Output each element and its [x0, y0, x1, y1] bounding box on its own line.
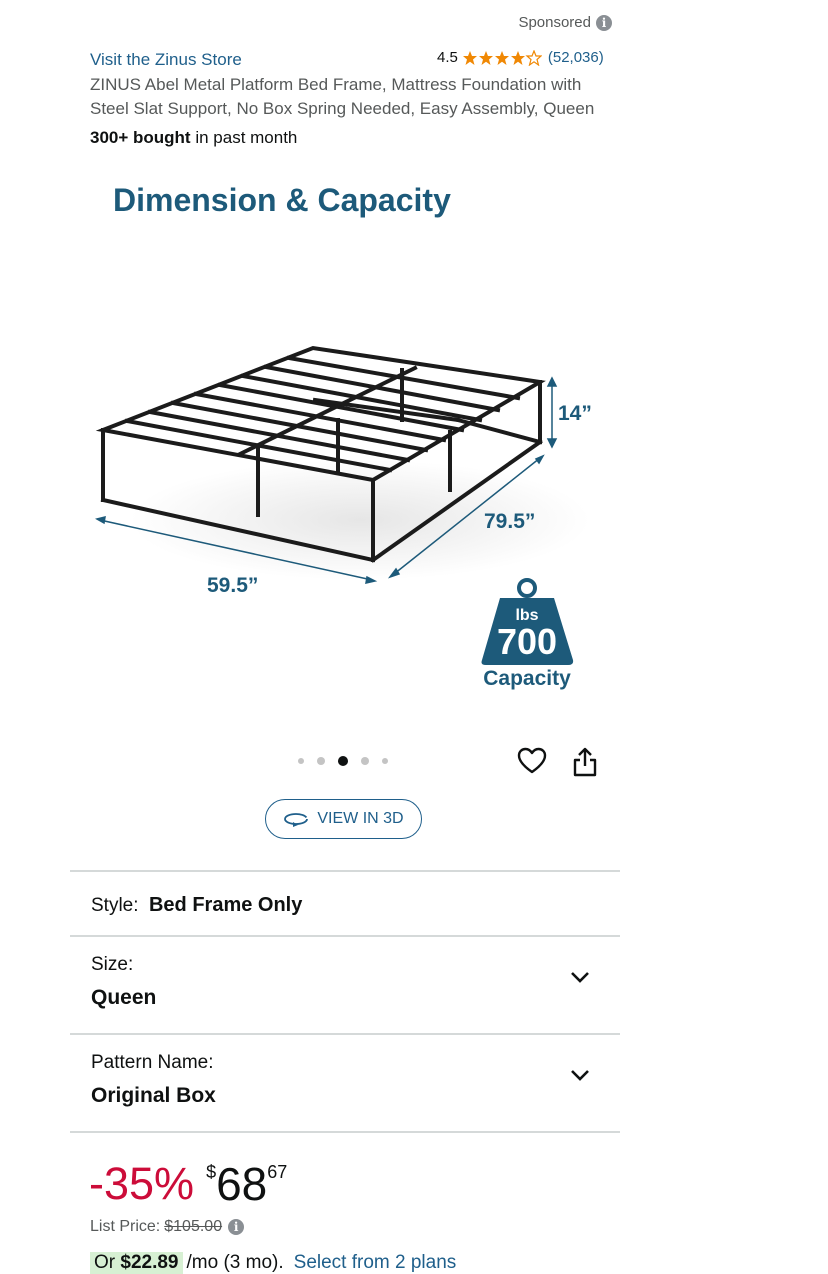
rating-count: (52,036) — [547, 49, 604, 66]
style-value: Bed Frame Only — [148, 894, 303, 916]
view-in-3d-button[interactable]: VIEW IN 3D — [265, 799, 422, 839]
carousel-dot[interactable] — [298, 758, 304, 764]
chevron-down-icon[interactable] — [566, 1064, 594, 1091]
sponsored-text: Sponsored — [518, 14, 591, 31]
product-title[interactable]: ZINUS Abel Metal Platform Bed Frame, Mat… — [90, 73, 620, 121]
bed-frame-illustration: 14” 79.5” 59.5” lbs 700 Capacity — [95, 345, 592, 690]
carousel-dots[interactable] — [298, 756, 388, 766]
rotate-3d-icon — [284, 813, 309, 827]
pattern-selector[interactable]: Pattern Name: Original Box — [91, 1052, 216, 1108]
size-value: Queen — [91, 986, 157, 1009]
price-fraction: 67 — [267, 1162, 288, 1182]
carousel-dot-active[interactable] — [338, 756, 348, 766]
view-in-3d-label: VIEW IN 3D — [317, 810, 404, 827]
store-link[interactable]: Visit the Zinus Store — [90, 50, 242, 70]
installment-pill: Or $22.89 — [90, 1252, 183, 1274]
carousel-dot[interactable] — [317, 757, 325, 765]
bought-count-rest: in past month — [190, 128, 298, 147]
style-label: Style: — [91, 895, 139, 916]
list-price-value: $105.00 — [164, 1218, 223, 1235]
divider — [70, 1131, 620, 1133]
product-image[interactable]: Dimension & Capacity 14” 79.5” 59.5” lbs… — [70, 160, 620, 730]
length-dimension-label: 79.5” — [484, 510, 535, 533]
weight-caption: Capacity — [483, 667, 571, 690]
info-icon[interactable]: i — [228, 1219, 245, 1235]
installment-plan: Or $22.89 /mo (3 mo). Select from 2 plan… — [90, 1252, 456, 1274]
divider — [70, 1033, 620, 1035]
rating[interactable]: 4.5 (52,036) — [437, 49, 604, 66]
price-whole: 68 — [216, 1158, 268, 1210]
carousel-dot[interactable] — [361, 757, 369, 765]
installment-amount: $22.89 — [120, 1252, 179, 1273]
divider — [70, 870, 620, 872]
height-dimension-label: 14” — [558, 402, 592, 425]
weight-value: 700 — [497, 621, 557, 662]
select-plans-link[interactable]: Select from 2 plans — [294, 1252, 457, 1274]
style-selector[interactable]: Style: Bed Frame Only — [91, 894, 302, 917]
share-icon[interactable] — [571, 746, 599, 783]
info-icon[interactable]: i — [596, 14, 612, 31]
size-selector[interactable]: Size: Queen — [91, 954, 156, 1010]
pattern-label: Pattern Name: — [91, 1052, 214, 1073]
wishlist-heart-icon[interactable] — [516, 745, 548, 782]
sponsored-label[interactable]: Sponsored i — [518, 14, 612, 31]
width-dimension-label: 59.5” — [207, 574, 258, 597]
installment-suffix: /mo (3 mo). — [186, 1252, 284, 1273]
list-price: List Price: $105.00 i — [90, 1218, 245, 1236]
installment-prefix: Or — [94, 1252, 116, 1273]
rating-value: 4.5 — [437, 49, 458, 66]
list-price-label: List Price: — [90, 1218, 161, 1235]
discount-percent: -35% — [89, 1158, 195, 1209]
chevron-down-icon[interactable] — [566, 966, 594, 993]
pattern-value: Original Box — [91, 1084, 216, 1107]
bought-count: 300+ bought in past month — [90, 128, 297, 148]
weight-capacity-badge: lbs 700 Capacity — [481, 578, 574, 690]
bought-count-bold: 300+ bought — [90, 128, 191, 147]
divider — [70, 935, 620, 937]
price-currency: $ — [206, 1162, 217, 1182]
size-label: Size: — [91, 954, 134, 975]
carousel-dot[interactable] — [382, 758, 388, 764]
rating-stars-icon — [462, 49, 542, 66]
price-block: -35% $ 68 67 — [89, 1156, 287, 1212]
